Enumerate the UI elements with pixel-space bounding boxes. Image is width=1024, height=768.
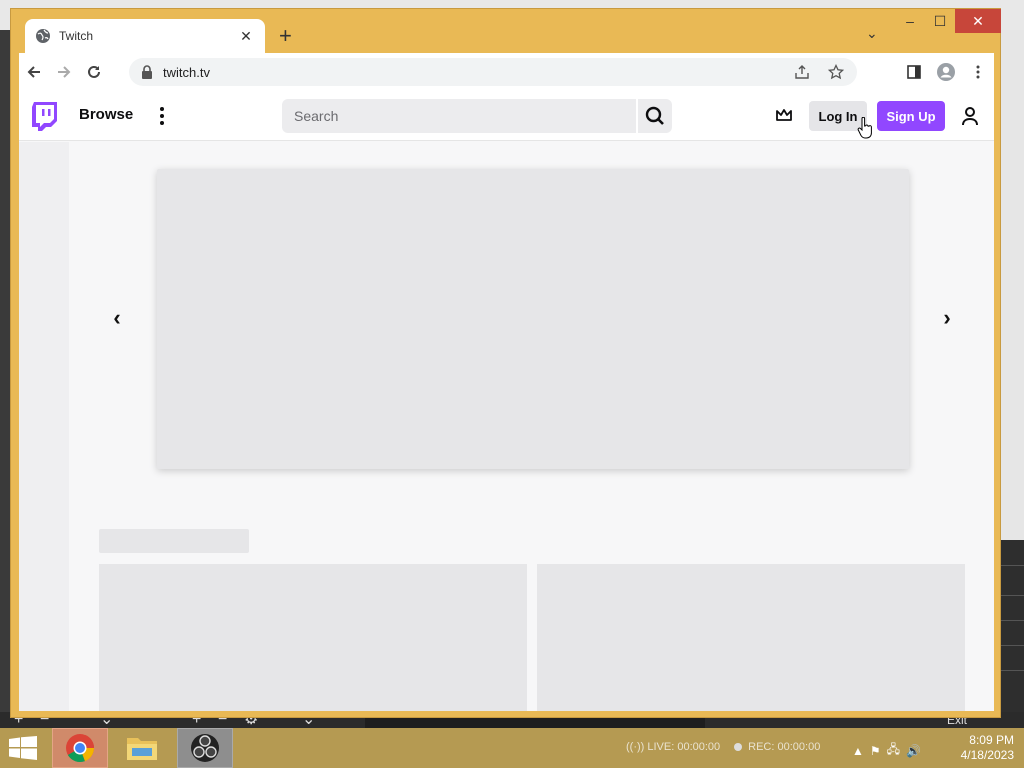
more-options-icon[interactable] (157, 105, 167, 127)
windows-start-icon[interactable] (8, 736, 38, 760)
background-app-dark-panel (1000, 540, 1024, 720)
browser-window: Twitch ✕ + ⌄ – ☐ ✕ twitch.tv Browse Sear… (10, 8, 1001, 718)
panel-divider (1000, 565, 1024, 566)
search-button[interactable] (636, 99, 672, 133)
chrome-icon (66, 734, 95, 763)
maximize-button[interactable]: ☐ (925, 9, 955, 33)
tab-title: Twitch (59, 29, 94, 43)
profile-avatar-icon[interactable] (931, 57, 961, 87)
featured-carousel-placeholder[interactable] (157, 169, 909, 469)
user-icon[interactable] (961, 106, 979, 126)
obs-icon (191, 734, 219, 762)
carousel-next-chevron-icon[interactable]: › (935, 305, 959, 330)
hand-cursor-icon (857, 117, 872, 139)
new-tab-button[interactable]: + (279, 25, 292, 47)
side-panel-icon[interactable] (899, 57, 929, 87)
show-hidden-icons-icon[interactable]: ▲ (852, 744, 864, 758)
browser-toolbar: twitch.tv (19, 53, 994, 91)
search-input[interactable] (282, 99, 636, 133)
share-icon[interactable] (787, 57, 817, 87)
search-icon (645, 106, 664, 125)
tab-strip: Twitch ✕ + ⌄ – ☐ ✕ (11, 9, 1001, 53)
address-bar[interactable]: twitch.tv (129, 58, 857, 86)
panel-divider (1000, 620, 1024, 621)
stream-card-placeholder[interactable] (537, 564, 965, 711)
taskbar: ((·)) LIVE: 00:00:00 REC: 00:00:00 ▲ ⚑ 🖧… (0, 728, 1024, 768)
system-tray: ▲ ⚑ 🖧 🔊 (852, 740, 921, 761)
tab-twitch[interactable]: Twitch ✕ (25, 19, 265, 53)
panel-divider (1000, 595, 1024, 596)
minimize-button[interactable]: – (895, 9, 925, 33)
rec-timer: REC: 00:00:00 (748, 741, 821, 753)
taskbar-file-explorer[interactable] (114, 728, 170, 768)
twitch-logo-icon[interactable] (31, 101, 57, 131)
browse-link[interactable]: Browse (79, 106, 133, 123)
rec-status: REC: 00:00:00 (734, 741, 820, 753)
network-icon[interactable]: 🖧 (887, 740, 900, 761)
folder-icon (127, 738, 157, 760)
broadcast-icon: ((·)) (626, 741, 648, 753)
panel-divider (1000, 670, 1024, 671)
globe-icon (36, 29, 50, 43)
clock-time: 8:09 PM (969, 733, 1014, 747)
url-text[interactable]: twitch.tv (163, 65, 210, 80)
section-title-placeholder (99, 529, 249, 553)
signup-button[interactable]: Sign Up (877, 101, 945, 131)
page-viewport: Browse Log In Sign Up (19, 91, 994, 711)
tab-search-chevron-icon[interactable]: ⌄ (866, 25, 878, 42)
browser-menu-icon[interactable] (963, 57, 993, 87)
live-status: ((·)) LIVE: 00:00:00 (626, 741, 720, 753)
stream-card-placeholder[interactable] (99, 564, 527, 711)
action-center-flag-icon[interactable]: ⚑ (870, 744, 881, 758)
clock-date: 4/18/2023 (960, 748, 1014, 762)
back-icon[interactable] (19, 57, 49, 87)
carousel-prev-chevron-icon[interactable]: ‹ (105, 305, 129, 330)
panel-divider (1000, 645, 1024, 646)
crown-icon[interactable] (775, 107, 793, 123)
record-icon (734, 743, 743, 752)
close-window-button[interactable]: ✕ (955, 9, 1001, 33)
taskbar-obs[interactable] (177, 728, 233, 768)
twitch-top-nav: Browse Log In Sign Up (19, 91, 994, 141)
obs-status-bar: ((·)) LIVE: 00:00:00 REC: 00:00:00 (626, 741, 820, 753)
volume-icon[interactable]: 🔊 (906, 744, 921, 758)
forward-icon[interactable] (49, 57, 79, 87)
bookmark-star-icon[interactable] (821, 57, 851, 87)
live-timer: LIVE: 00:00:00 (647, 741, 721, 753)
search-bar (282, 99, 672, 133)
lock-icon[interactable] (141, 65, 153, 79)
obs-mixer-bar (365, 718, 705, 728)
reload-icon[interactable] (79, 57, 109, 87)
taskbar-chrome[interactable] (52, 728, 108, 768)
side-nav-placeholder (19, 142, 69, 711)
system-clock[interactable]: 8:09 PM 4/18/2023 (948, 733, 1014, 763)
close-tab-icon[interactable]: ✕ (237, 28, 255, 45)
